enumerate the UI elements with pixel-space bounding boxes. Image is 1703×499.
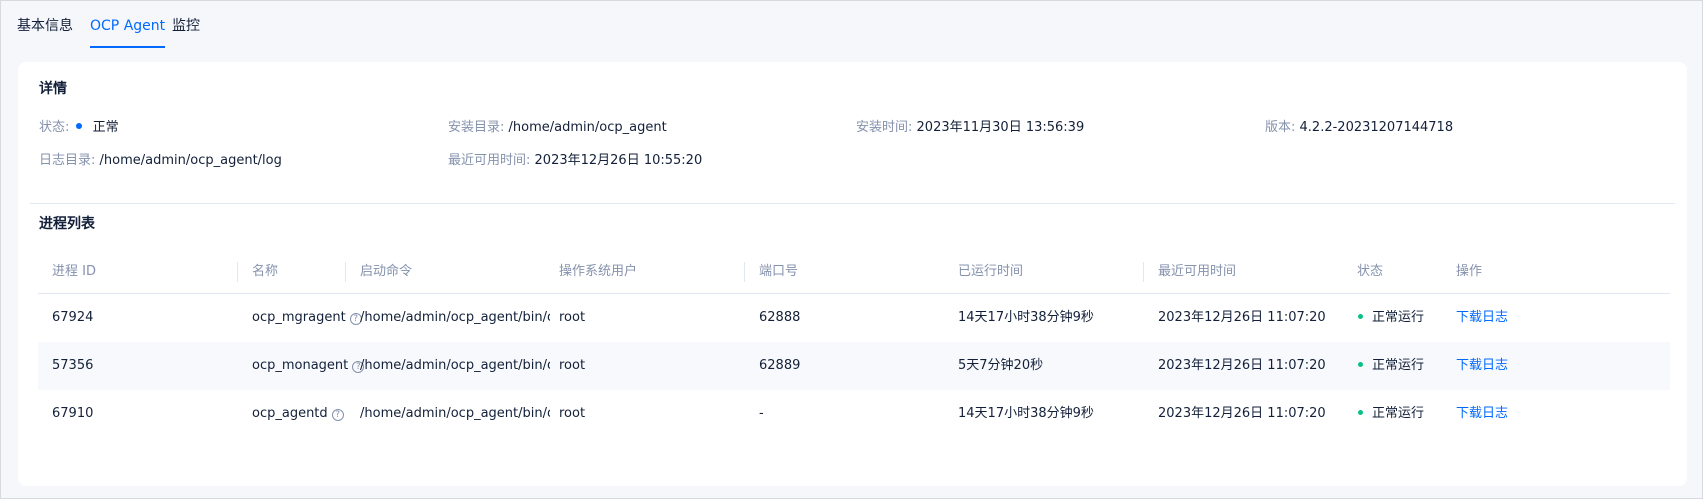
cell-uptime: 14天17小时38分钟9秒	[958, 406, 1094, 421]
col-action: 操作	[1456, 264, 1483, 279]
col-uptime: 已运行时间	[958, 264, 1024, 279]
status-dot-icon	[75, 123, 82, 129]
version-label: 版本:	[1265, 120, 1296, 135]
version-info: 版本: 4.2.2-20231207144718	[1265, 116, 1453, 135]
tab-ocp-agent[interactable]: OCP Agent	[90, 1, 166, 48]
last-available-label: 最近可用时间:	[448, 153, 531, 168]
cell-uptime: 5天7分钟20秒	[958, 358, 1044, 373]
col-separator	[237, 262, 238, 282]
tab-bar: 基本信息 OCP Agent 监控	[1, 1, 1702, 48]
cell-user: root	[559, 310, 586, 325]
cell-name: ocp_agentd?	[252, 390, 344, 438]
cell-port: 62889	[759, 358, 801, 373]
version-value: 4.2.2-20231207144718	[1299, 120, 1454, 135]
cell-user: root	[559, 358, 586, 373]
cell-last-available: 2023年12月26日 11:07:20	[1158, 358, 1326, 373]
status-info: 状态: 正常	[39, 116, 119, 135]
details-title: 详情	[39, 81, 67, 97]
tab-monitor[interactable]: 监控	[172, 1, 200, 48]
process-name: ocp_agentd	[252, 406, 328, 421]
status-label: 状态:	[39, 120, 70, 135]
cell-pid: 67924	[52, 310, 94, 325]
log-dir-value: /home/admin/ocp_agent/log	[99, 153, 282, 168]
status-value: 正常	[92, 120, 119, 135]
install-dir-info: 安装目录: /home/admin/ocp_agent	[448, 116, 667, 135]
install-dir-value: /home/admin/ocp_agent	[508, 120, 667, 135]
last-available-info: 最近可用时间: 2023年12月26日 10:55:20	[448, 149, 702, 168]
log-dir-label: 日志目录:	[39, 153, 96, 168]
running-dot-icon	[1358, 362, 1363, 367]
help-icon[interactable]: ?	[331, 409, 344, 421]
running-dot-icon	[1358, 314, 1363, 319]
col-cmd: 启动命令	[360, 264, 413, 279]
agent-card: 详情 状态: 正常 安装目录: /home/admin/ocp_agent 安装…	[18, 62, 1687, 486]
download-log-link[interactable]: 下载日志	[1456, 294, 1508, 342]
cell-pid: 57356	[52, 358, 94, 373]
status-text: 正常运行	[1372, 310, 1425, 325]
download-log-link[interactable]: 下载日志	[1456, 390, 1508, 438]
page-frame: 基本信息 OCP Agent 监控 详情 状态: 正常 安装目录: /home/…	[0, 0, 1703, 499]
cell-port: 62888	[759, 310, 801, 325]
cell-uptime: 14天17小时38分钟9秒	[958, 310, 1094, 325]
table-row: 57356 ocp_monagent? /home/admin/ocp_agen…	[38, 342, 1670, 390]
col-user: 操作系统用户	[559, 264, 638, 279]
col-separator	[744, 262, 745, 282]
cell-name: ocp_monagent?	[252, 342, 365, 390]
col-last-available: 最近可用时间	[1158, 264, 1237, 279]
status-text: 正常运行	[1372, 358, 1425, 373]
last-available-value: 2023年12月26日 10:55:20	[534, 153, 703, 168]
process-name: ocp_mgragent	[252, 310, 346, 325]
cell-name: ocp_mgragent?	[252, 294, 362, 342]
process-list-title: 进程列表	[39, 216, 95, 232]
download-log-link[interactable]: 下载日志	[1456, 342, 1508, 390]
col-pid: 进程 ID	[52, 264, 96, 279]
cell-cmd: /home/admin/ocp_agent/bin/o...	[360, 406, 550, 421]
cell-cmd: /home/admin/ocp_agent/bin/o...	[360, 358, 550, 373]
cell-port: -	[759, 406, 764, 421]
col-separator	[345, 262, 346, 282]
install-dir-label: 安装目录:	[448, 120, 505, 135]
cell-last-available: 2023年12月26日 11:07:20	[1158, 406, 1326, 421]
cell-user: root	[559, 406, 586, 421]
install-time-label: 安装时间:	[856, 120, 913, 135]
col-port: 端口号	[759, 264, 799, 279]
process-name: ocp_monagent	[252, 358, 349, 373]
cell-status: 正常运行	[1358, 390, 1424, 438]
log-dir-info: 日志目录: /home/admin/ocp_agent/log	[39, 149, 282, 168]
col-separator	[1143, 262, 1144, 282]
section-divider	[30, 203, 1675, 204]
cell-status: 正常运行	[1358, 294, 1424, 342]
cell-cmd: /home/admin/ocp_agent/bin/o...	[360, 310, 550, 325]
col-name: 名称	[252, 264, 279, 279]
install-time-info: 安装时间: 2023年11月30日 13:56:39	[856, 116, 1084, 135]
col-status: 状态	[1357, 264, 1384, 279]
table-header: 进程 ID 名称 启动命令 操作系统用户 端口号 已运行时间 最近可用时间 状态…	[38, 249, 1670, 294]
install-time-value: 2023年11月30日 13:56:39	[916, 120, 1085, 135]
cell-pid: 67910	[52, 406, 94, 421]
cell-status: 正常运行	[1358, 342, 1424, 390]
table-row: 67910 ocp_agentd? /home/admin/ocp_agent/…	[38, 390, 1670, 438]
table-row: 67924 ocp_mgragent? /home/admin/ocp_agen…	[38, 294, 1670, 342]
status-text: 正常运行	[1372, 406, 1425, 421]
cell-last-available: 2023年12月26日 11:07:20	[1158, 310, 1326, 325]
running-dot-icon	[1358, 410, 1363, 415]
tab-basic-info[interactable]: 基本信息	[17, 1, 73, 48]
